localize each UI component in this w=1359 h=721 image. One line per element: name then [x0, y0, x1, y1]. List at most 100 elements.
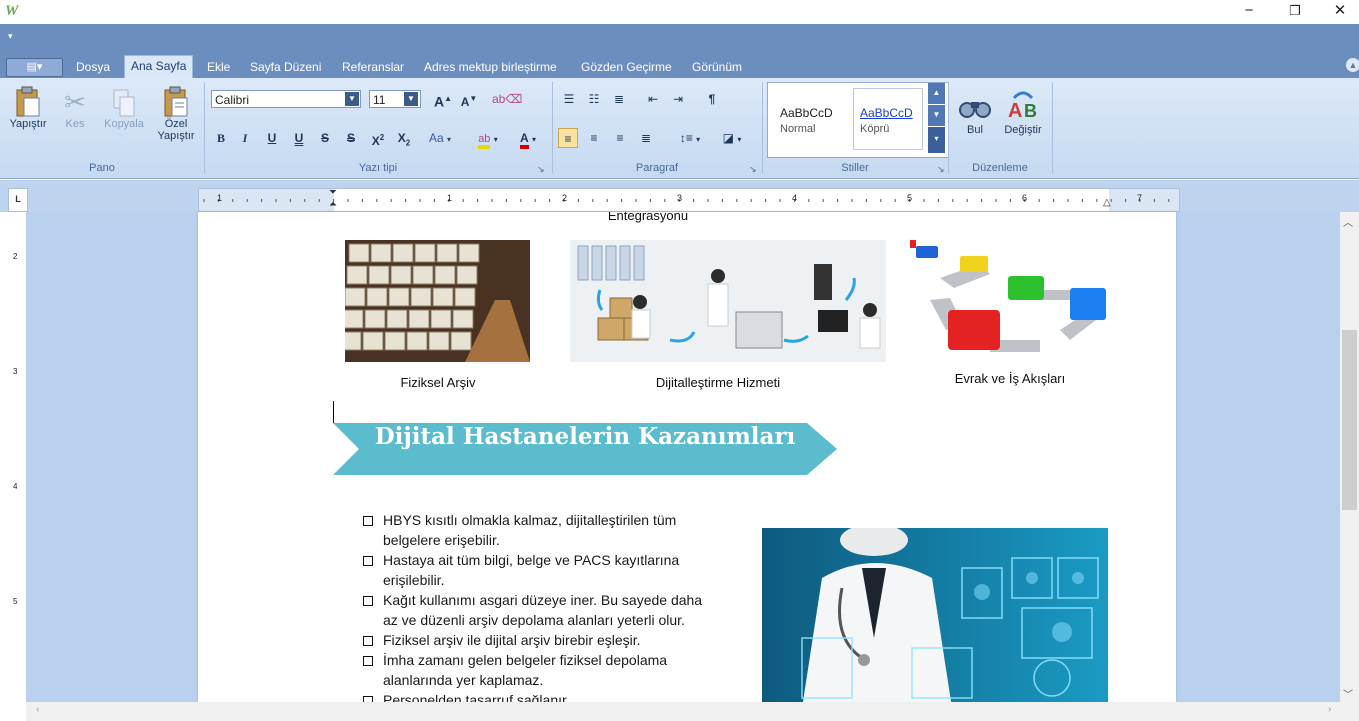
list-item: İmha zamanı gelen belgeler fiziksel depo…	[363, 650, 743, 690]
bullets-icon[interactable]: ☰	[559, 89, 579, 109]
double-strikethrough-button[interactable]: S	[342, 128, 360, 148]
cut-label: Kes	[65, 118, 85, 130]
underline-button[interactable]: U	[263, 128, 281, 148]
show-formatting-button[interactable]: ¶	[702, 89, 722, 109]
checkbox-bullet-icon	[363, 636, 373, 646]
quick-access-dropdown-icon[interactable]: ▾	[8, 31, 13, 42]
highlight-color-button[interactable]: ab ▾	[472, 128, 504, 149]
numbering-icon[interactable]: ☷	[584, 89, 604, 109]
ruler-number: 7	[1137, 193, 1143, 203]
horizontal-ruler[interactable]: 1 1 2 3 4 5 6 7 ⏷ ⏶ △	[198, 187, 1180, 212]
list-item-line: belgelere erişebilir.	[363, 530, 743, 550]
ruler-number: 1	[217, 193, 223, 203]
multilevel-list-icon[interactable]: ≣	[609, 89, 629, 109]
align-center-icon[interactable]: ≡	[584, 128, 604, 148]
change-case-button[interactable]: Aa ▾	[422, 128, 458, 148]
highlighter-icon: ab	[478, 133, 491, 149]
font-family-field[interactable]: Calibri	[211, 90, 361, 108]
banner-title: Dijital Hastanelerin Kazanımları	[374, 423, 796, 450]
tab-sayfa-duzeni[interactable]: Sayfa Düzeni	[244, 57, 327, 77]
font-color-label: A	[519, 131, 529, 149]
banner-shape: Dijital Hastanelerin Kazanımları	[333, 423, 837, 475]
list-item-text: erişilebilir.	[383, 572, 445, 588]
workflow-image	[910, 240, 1108, 362]
minimize-button[interactable]: −	[1226, 0, 1272, 24]
paste-special-button[interactable]: Özel Yapıştır	[152, 82, 200, 142]
replace-icon: AB	[1000, 84, 1046, 120]
restore-button[interactable]: ❐	[1272, 0, 1318, 24]
strikethrough-button[interactable]: S	[316, 128, 334, 148]
digitization-service-image	[570, 240, 886, 362]
paste-special-label-1: Özel	[164, 118, 188, 130]
list-item-text: HBYS kısıtlı olmakla kalmaz, dijitalleşt…	[383, 512, 677, 528]
right-indent-icon[interactable]: △	[1103, 197, 1111, 208]
copy-label: Kopyala	[104, 118, 144, 130]
shading-icon[interactable]: ◪ ▾	[714, 128, 750, 148]
justify-icon[interactable]: ≣	[636, 128, 656, 148]
style-normal[interactable]: AaBbCcD Normal	[773, 88, 843, 150]
application-menu-button[interactable]: ▤▾	[6, 58, 63, 77]
italic-button[interactable]: I	[236, 128, 254, 148]
change-case-label: Aa	[428, 131, 444, 145]
font-color-button[interactable]: A ▾	[512, 128, 544, 149]
horizontal-scrollbar[interactable]	[26, 702, 1340, 721]
title-bar	[0, 0, 1359, 24]
scroll-up-icon[interactable]: ︿	[1343, 214, 1353, 229]
tab-referanslar[interactable]: Referanslar	[336, 57, 410, 77]
font-family-dropdown-icon[interactable]: ▼	[345, 92, 359, 106]
grow-font-button[interactable]: A▲	[432, 89, 454, 110]
caption-evrak-ve-is-akislari: Evrak ve İş Akışları	[954, 371, 1066, 386]
list-item-text: Fiziksel arşiv ile dijital arşiv birebir…	[383, 632, 641, 648]
copy-button[interactable]: Kopyala	[100, 82, 148, 130]
close-button[interactable]: ✕	[1317, 0, 1359, 24]
tab-gozden-gecirme[interactable]: Gözden Geçirme	[575, 57, 678, 77]
tab-gorunum[interactable]: Görünüm	[686, 57, 748, 77]
tab-dosya[interactable]: Dosya	[70, 57, 116, 77]
svg-text:A: A	[1008, 100, 1022, 120]
styles-more-icon[interactable]: ▾	[928, 127, 945, 153]
style-normal-sample: AaBbCcD	[780, 106, 833, 120]
vertical-scroll-thumb[interactable]	[1342, 330, 1357, 510]
increase-indent-icon[interactable]: ⇥	[668, 89, 688, 109]
styles-scroll-down-icon[interactable]: ▼	[928, 105, 945, 126]
app-logo-icon: W	[5, 3, 19, 19]
align-left-icon[interactable]: ≡	[558, 128, 578, 148]
cut-button[interactable]: ✂ Kes	[57, 82, 93, 130]
ruler-number: 2	[13, 252, 18, 261]
benefits-list: HBYS kısıtlı olmakla kalmaz, dijitalleşt…	[363, 510, 743, 702]
scroll-left-icon[interactable]: ‹	[36, 704, 39, 715]
paste-button[interactable]: Yapıştır	[5, 82, 51, 130]
styles-scroll-up-icon[interactable]: ▲	[928, 83, 945, 104]
first-line-indent-icon[interactable]: ⏷	[329, 187, 337, 198]
ruler-number: 6	[1022, 193, 1028, 203]
decrease-indent-icon[interactable]: ⇤	[643, 89, 663, 109]
double-underline-button[interactable]: U	[290, 128, 308, 148]
document-page[interactable]: Entegrasyonu Fiziksel Arşiv Dijitalleşti…	[198, 212, 1176, 702]
clear-formatting-icon[interactable]: ab⌫	[492, 89, 522, 109]
left-indent-icon[interactable]: ⏶	[329, 199, 337, 210]
line-spacing-icon[interactable]: ↕≡ ▾	[672, 128, 708, 148]
superscript-button[interactable]: X2	[368, 128, 388, 148]
list-item: Kağıt kullanımı asgari düzeye iner. Bu s…	[363, 590, 743, 630]
style-link[interactable]: AaBbCcD Köprü	[853, 88, 923, 150]
shrink-font-button[interactable]: A▼	[458, 89, 480, 109]
tab-ekle[interactable]: Ekle	[201, 57, 236, 77]
group-label-styles: Stiller	[841, 162, 869, 174]
replace-button[interactable]: AB Değiştir	[1000, 84, 1046, 136]
collapse-ribbon-icon[interactable]: ▲	[1346, 58, 1359, 72]
find-button[interactable]: Bul	[956, 84, 994, 136]
vertical-ruler[interactable]: 2 3 4 5	[8, 212, 27, 702]
tab-ana-sayfa[interactable]: Ana Sayfa	[124, 55, 194, 79]
align-right-icon[interactable]: ≡	[610, 128, 630, 148]
subscript-button[interactable]: X2	[394, 128, 414, 148]
font-size-dropdown-icon[interactable]: ▼	[404, 92, 418, 106]
svg-text:B: B	[1024, 101, 1037, 120]
tab-selector-button[interactable]: L	[8, 188, 28, 212]
group-label-clipboard: Pano	[89, 162, 115, 174]
bold-button[interactable]: B	[212, 128, 230, 148]
tab-adres-mektup[interactable]: Adres mektup birleştirme	[418, 57, 563, 77]
scroll-down-icon[interactable]: ﹀	[1343, 686, 1353, 701]
text-cursor	[333, 401, 334, 423]
scroll-right-icon[interactable]: ›	[1328, 704, 1331, 715]
list-item-line: Hastaya ait tüm bilgi, belge ve PACS kay…	[363, 550, 743, 570]
